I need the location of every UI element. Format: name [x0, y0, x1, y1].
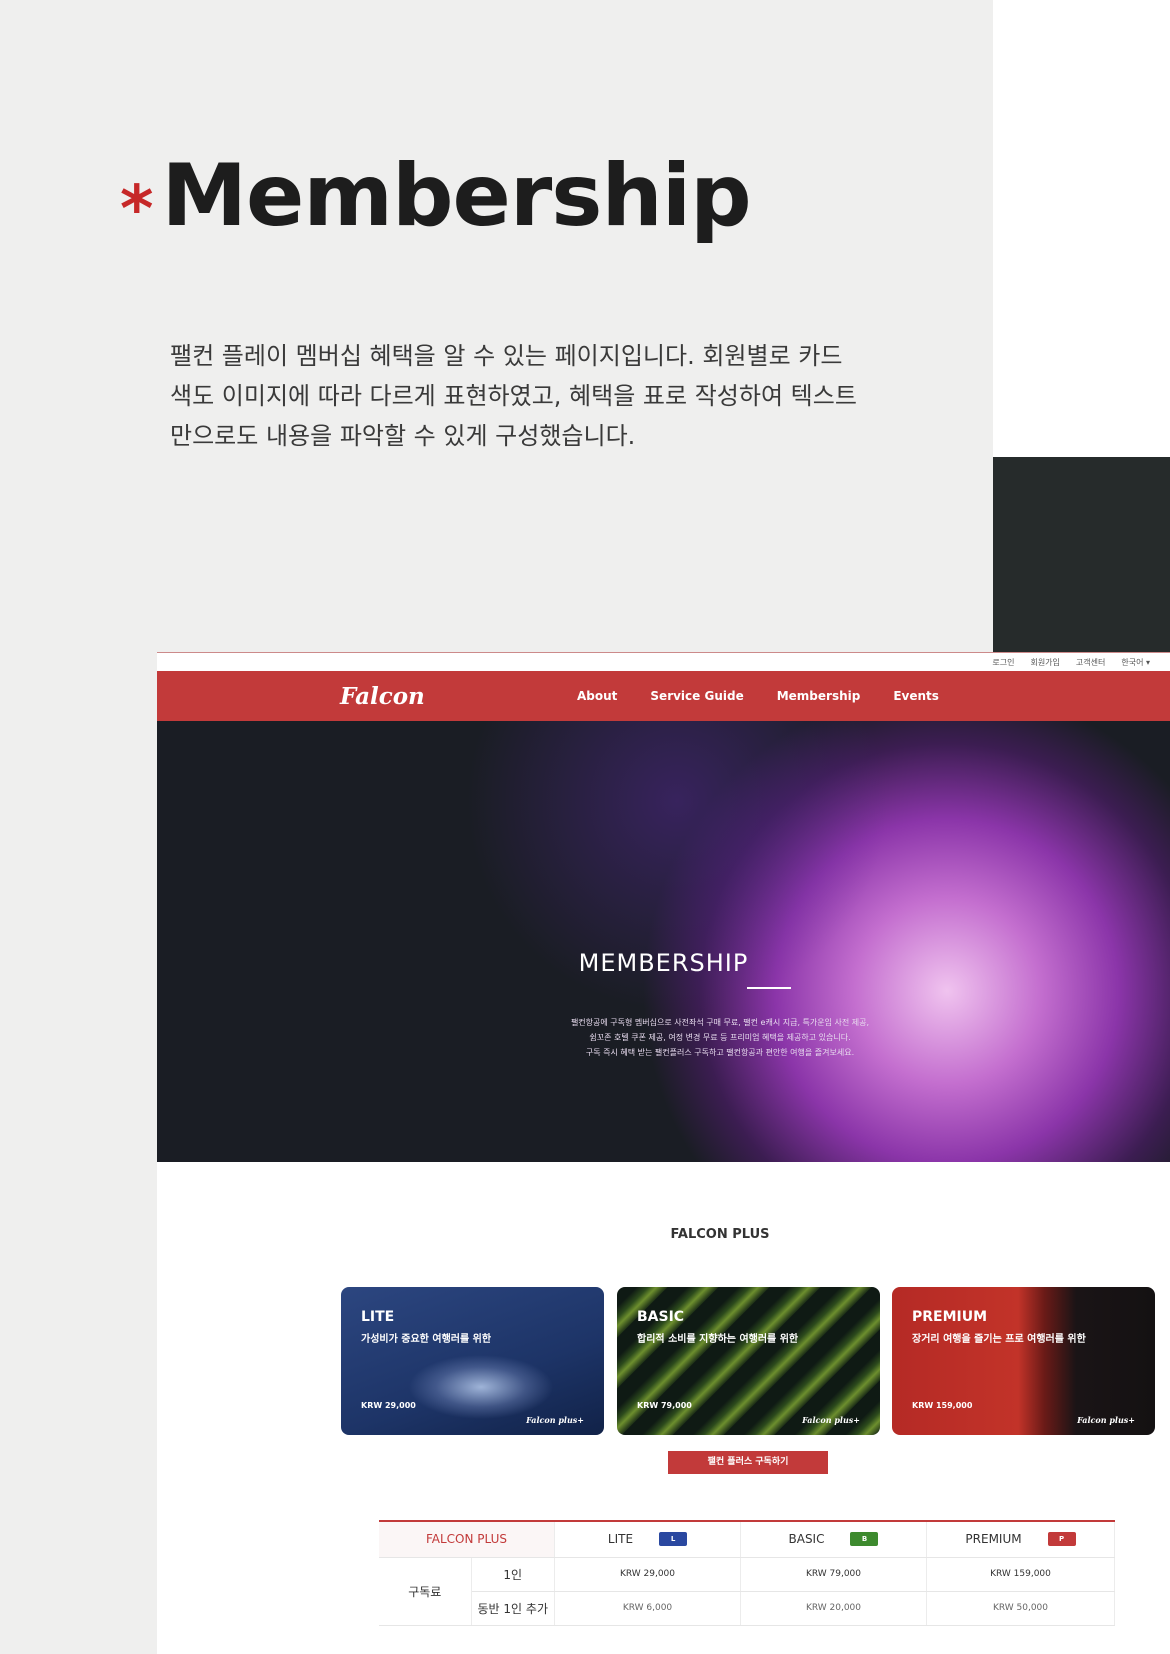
card-name: BASIC [637, 1309, 685, 1325]
row-label: 동반 1인 추가 [471, 1591, 555, 1626]
table-cell: KRW 79,000 [740, 1557, 927, 1592]
tier-badge: L [659, 1532, 688, 1547]
login-link[interactable]: 로그인 [992, 657, 1014, 668]
table-cell: KRW 50,000 [926, 1591, 1115, 1626]
nav-item-service-guide[interactable]: Service Guide [650, 689, 743, 703]
row-group-label: 구독료 [379, 1557, 472, 1626]
card-brand: Falcon plus+ [802, 1415, 860, 1425]
website-screenshot: 로그인 회원가입 고객센터 한국어 ▾ Falcon About Service… [157, 652, 1170, 1654]
card-subtitle: 가성비가 중요한 여행러를 위한 [361, 1334, 492, 1345]
pricing-table: FALCON PLUS LITE L BASIC B PREMIUM P 구독료 1인… [379, 1520, 1115, 1626]
nav-item-about[interactable]: About [577, 689, 617, 703]
asterisk-icon: * [120, 173, 154, 247]
table-cell: KRW 159,000 [926, 1557, 1115, 1592]
nav-item-membership[interactable]: Membership [777, 689, 861, 703]
tier-name: BASIC [788, 1532, 825, 1547]
table-cell: KRW 29,000 [554, 1557, 741, 1592]
card-brand: Falcon plus+ [526, 1415, 584, 1425]
hero-divider [747, 987, 791, 989]
utility-bar: 로그인 회원가입 고객센터 한국어 ▾ [157, 652, 1170, 671]
page-title: Membership [161, 146, 751, 246]
right-white-block [993, 0, 1170, 457]
language-select[interactable]: 한국어 ▾ [1121, 657, 1150, 668]
card-name: PREMIUM [912, 1309, 988, 1325]
card-price: KRW 29,000 [361, 1401, 416, 1410]
hero-desc-line: 팰컨항공에 구독형 멤버십으로 사전좌석 구매 무료, 팰컨 e캐시 지급, 특… [570, 1018, 870, 1027]
tier-badge: P [1047, 1532, 1076, 1547]
heading: * Membership [120, 146, 752, 247]
hero-description: 팰컨항공에 구독형 멤버십으로 사전좌석 구매 무료, 팰컨 e캐시 지급, 특… [157, 1015, 1170, 1060]
tier-name: PREMIUM [965, 1532, 1022, 1547]
main-nav: Falcon About Service Guide Membership Ev… [157, 671, 1170, 721]
signup-link[interactable]: 회원가입 [1030, 657, 1059, 668]
table-cell: KRW 6,000 [554, 1591, 741, 1626]
nav-item-events[interactable]: Events [893, 689, 939, 703]
hero-desc-line: 구독 즉시 혜택 받는 팰컨플러스 구독하고 팰컨항공과 편안한 여행을 즐겨보… [585, 1048, 855, 1057]
tier-premium-header: PREMIUM P [926, 1521, 1115, 1558]
tier-lite-header: LITE L [554, 1521, 741, 1558]
table-row: 동반 1인 추가 KRW 6,000 KRW 20,000 KRW 50,000 [379, 1591, 1115, 1626]
card-price: KRW 159,000 [912, 1401, 973, 1410]
nav-menu: About Service Guide Membership Events [577, 689, 939, 703]
card-brand: Falcon plus+ [1077, 1415, 1135, 1425]
falcon-logo[interactable]: Falcon [340, 683, 425, 710]
card-subtitle: 합리적 소비를 지향하는 여행러를 위한 [637, 1334, 799, 1345]
card-basic[interactable]: BASIC 합리적 소비를 지향하는 여행러를 위한 KRW 79,000 Fa… [617, 1287, 880, 1435]
hero-banner: MEMBERSHIP 팰컨항공에 구독형 멤버십으로 사전좌석 구매 무료, 팰… [157, 721, 1170, 1162]
section-title: FALCON PLUS [670, 1227, 770, 1242]
hero-desc-line: 쉼꼬존 호텔 쿠폰 제공, 여정 변경 무료 등 프리미엄 혜택을 제공하고 있… [589, 1033, 851, 1042]
tier-name: LITE [607, 1532, 634, 1547]
card-name: LITE [361, 1309, 395, 1325]
tier-basic-header: BASIC B [740, 1521, 927, 1558]
card-lite[interactable]: LITE 가성비가 중요한 여행러를 위한 KRW 29,000 Falcon … [341, 1287, 604, 1435]
subscribe-button[interactable]: 팰컨 플러스 구독하기 [668, 1451, 828, 1474]
table-row: 구독료 1인 KRW 29,000 KRW 79,000 KRW 159,000 [379, 1557, 1115, 1626]
table-cell: KRW 20,000 [740, 1591, 927, 1626]
table-header-label: FALCON PLUS [379, 1521, 555, 1558]
support-link[interactable]: 고객센터 [1076, 657, 1105, 668]
card-premium[interactable]: PREMIUM 장거리 여행을 즐기는 프로 여행러를 위한 KRW 159,0… [892, 1287, 1155, 1435]
tier-badge: B [850, 1532, 879, 1547]
card-price: KRW 79,000 [637, 1401, 692, 1410]
hero-title: MEMBERSHIP [578, 949, 749, 977]
table-header-row: FALCON PLUS LITE L BASIC B PREMIUM P [379, 1521, 1115, 1558]
card-subtitle: 장거리 여행을 즐기는 프로 여행러를 위한 [912, 1334, 1086, 1345]
row-label: 1인 [471, 1557, 555, 1592]
page-description: 팰컨 플레이 멤버십 혜택을 알 수 있는 페이지입니다. 회원별로 카드 색도… [170, 342, 857, 450]
